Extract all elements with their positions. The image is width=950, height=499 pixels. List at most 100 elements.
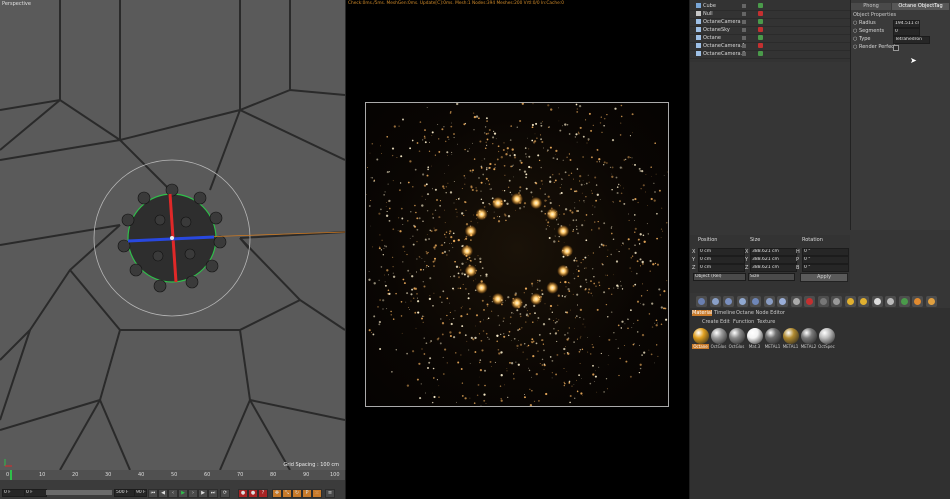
next-frame-button[interactable]: › [188, 489, 198, 498]
frame-current-field[interactable]: 0 F [24, 489, 47, 497]
material-swatch[interactable]: METAL1 [782, 328, 799, 349]
rotation-key-button[interactable]: ↻ [292, 489, 302, 498]
material-swatch[interactable]: Mat.3 [746, 328, 763, 349]
go-to-start-button[interactable]: ⏮ [148, 489, 158, 498]
toolbar-tool-icon[interactable] [777, 296, 788, 307]
material-swatch[interactable]: METAL1 [764, 328, 781, 349]
visibility-dots-icon[interactable] [742, 36, 746, 40]
material-swatch[interactable]: OctGlos [728, 328, 745, 349]
toolbar-tool-icon[interactable] [831, 296, 842, 307]
play-button[interactable]: ▶ [178, 489, 188, 498]
position-field[interactable]: 0 cm [698, 256, 745, 264]
toolbar-tool-icon[interactable] [817, 296, 829, 307]
coordinate-mode-dropdown[interactable]: Object (Rel) [693, 273, 746, 281]
position-field[interactable]: 0 cm [698, 248, 745, 256]
menu-function[interactable]: Function [733, 319, 754, 325]
toolbar-tool-icon[interactable] [925, 296, 937, 307]
octane-tag-icon[interactable] [758, 35, 763, 40]
tab-material[interactable]: Material [692, 310, 712, 316]
particle [386, 136, 388, 138]
toolbar-tool-icon[interactable] [858, 296, 869, 307]
type-dropdown[interactable]: Tetrahedron [893, 36, 930, 44]
tab-octane-node-editor[interactable]: Octane Node Editor [736, 310, 785, 316]
point-key-button[interactable]: ⁙ [312, 489, 322, 498]
toolbar-tool-icon[interactable] [885, 296, 896, 307]
visibility-dots-icon[interactable] [742, 28, 746, 32]
visibility-dots-icon[interactable] [742, 20, 746, 24]
material-swatch[interactable]: OctSpec [818, 328, 835, 349]
particle [590, 280, 592, 282]
tab-timeline[interactable]: Timeline [714, 310, 735, 316]
toolbar-tool-icon[interactable] [871, 296, 883, 307]
toolbar-tool-icon[interactable] [912, 296, 923, 307]
menu-create[interactable]: Create [702, 319, 719, 325]
frame-start-field[interactable]: 0 F [2, 489, 25, 497]
toolbar-tool-icon[interactable] [790, 296, 802, 307]
particle [454, 310, 456, 312]
apply-button[interactable]: Apply [800, 273, 848, 282]
position-field[interactable]: 0 cm [698, 264, 745, 272]
radius-field[interactable]: 194.511 cm [893, 20, 920, 28]
tab-phong[interactable]: Phong [851, 3, 891, 10]
toolbar-tool-icon[interactable] [804, 296, 815, 307]
render-perfect-checkbox[interactable] [893, 45, 899, 51]
visibility-dots-icon[interactable] [742, 52, 746, 56]
visibility-dots-icon[interactable] [742, 4, 746, 8]
tab-octane-objecttag[interactable]: Octane ObjectTag [892, 3, 949, 10]
loop-button[interactable]: ⟳ [220, 489, 230, 498]
frame-right-field[interactable]: 90 F [134, 489, 147, 497]
size-field[interactable]: 388.621 cm [750, 248, 797, 256]
prev-key-button[interactable]: ◀ [158, 489, 168, 498]
frame-end-field[interactable]: 500 F [114, 489, 135, 497]
object-row[interactable]: OctaneCamera.2 [690, 50, 850, 59]
octane-tag-icon[interactable] [758, 19, 763, 24]
keyframe-selection-button[interactable]: ? [258, 489, 268, 498]
toolbar-tool-icon[interactable] [763, 296, 775, 307]
object-manager[interactable]: Cube Null OctaneCamera OctaneSky Octane Octan… [690, 0, 850, 62]
menu-texture[interactable]: Texture [757, 319, 775, 325]
toolbar-tool-icon[interactable] [736, 296, 748, 307]
octane-render-view[interactable]: Check:0ms./5ms. MeshGen:0ms. Update[C]:0… [346, 0, 689, 499]
parameter-key-button[interactable]: P [302, 489, 312, 498]
rotation-field[interactable]: 0 ° [802, 248, 849, 256]
timeline-ruler[interactable]: 0 10 20 30 40 50 60 70 80 90 100 [0, 470, 345, 480]
visibility-dots-icon[interactable] [742, 44, 746, 48]
particle [630, 256, 633, 259]
timeline[interactable]: 0 10 20 30 40 50 60 70 80 90 100 0 F 0 F… [0, 470, 345, 499]
toolbar-tool-icon[interactable] [898, 296, 910, 307]
rotation-field[interactable]: 0 ° [802, 256, 849, 264]
size-field[interactable]: 388.621 cm [750, 256, 797, 264]
size-field[interactable]: 388.621 cm [750, 264, 797, 272]
position-key-button[interactable]: ✥ [272, 489, 282, 498]
material-swatch[interactable]: OctGlos [710, 328, 727, 349]
right-panels: Cube Null OctaneCamera OctaneSky Octane Octan… [690, 0, 950, 499]
autokey-button[interactable]: ● [248, 489, 258, 498]
toolbar-tool-icon[interactable] [709, 296, 721, 307]
toolbar-tool-icon[interactable] [696, 296, 707, 307]
octane-tag-icon[interactable] [758, 51, 763, 56]
material-swatch[interactable]: Octane [692, 328, 709, 349]
material-swatch[interactable]: METAL2 [800, 328, 817, 349]
menu-edit[interactable]: Edit [720, 319, 730, 325]
prev-frame-button[interactable]: ‹ [168, 489, 178, 498]
octane-tag-icon[interactable] [758, 3, 763, 8]
record-button[interactable]: ● [238, 489, 248, 498]
next-key-button[interactable]: ▶ [198, 489, 208, 498]
go-to-end-button[interactable]: ⏭ [208, 489, 218, 498]
timeline-menu-button[interactable]: ≡ [325, 489, 335, 498]
rotation-field[interactable]: 0 ° [802, 264, 849, 272]
visibility-dots-icon[interactable] [742, 12, 746, 16]
toolbar-tool-icon[interactable] [723, 296, 734, 307]
particle [549, 201, 552, 205]
octane-tag-icon[interactable] [758, 11, 763, 16]
frame-range-slider[interactable] [46, 490, 112, 495]
octane-tag-icon[interactable] [758, 43, 763, 48]
scale-key-button[interactable]: ⤡ [282, 489, 292, 498]
octane-tag-icon[interactable] [758, 27, 763, 32]
playhead[interactable] [10, 470, 12, 480]
toolbar-tool-icon[interactable] [750, 296, 761, 307]
segments-field[interactable]: 0 [893, 28, 920, 36]
toolbar-tool-icon[interactable] [844, 296, 856, 307]
size-mode-dropdown[interactable]: Size [748, 273, 795, 281]
perspective-viewport[interactable]: Perspective Grid Spacing : 100 cm [0, 0, 346, 470]
